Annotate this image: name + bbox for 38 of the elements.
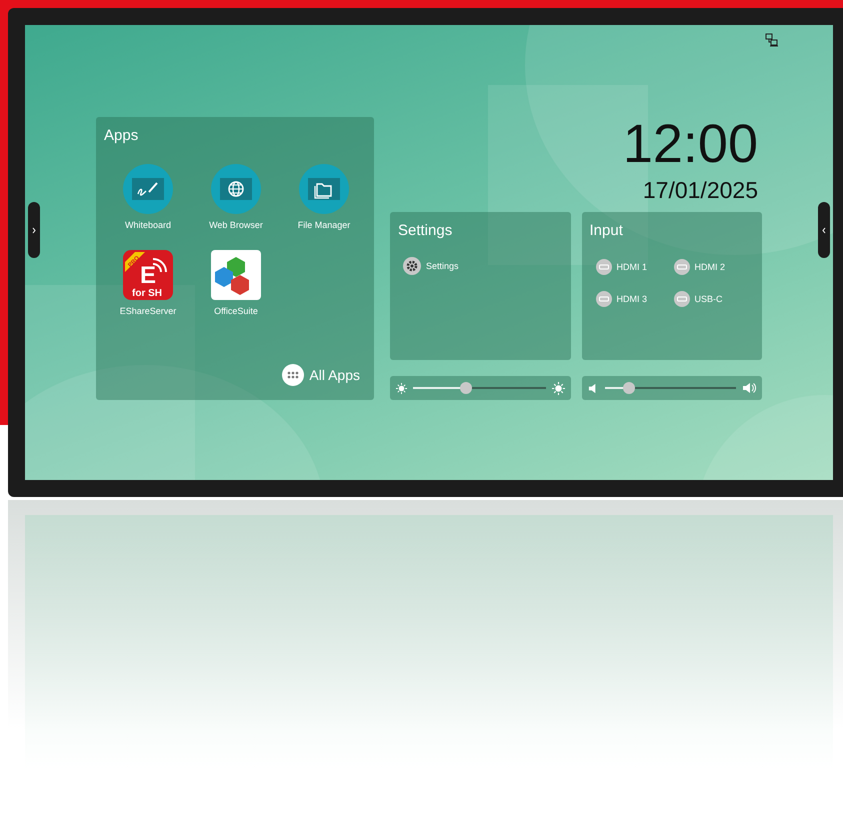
brightness-slider[interactable] xyxy=(390,376,570,400)
grid-dots-icon xyxy=(282,364,304,386)
all-apps-button[interactable]: All Apps xyxy=(282,364,360,386)
port-icon xyxy=(674,291,690,307)
app-tile[interactable]: Web Browser xyxy=(192,164,280,230)
speaker-low-icon xyxy=(588,382,598,394)
folder-icon xyxy=(299,164,349,214)
port-icon xyxy=(674,259,690,275)
chevron-right-icon xyxy=(32,226,36,234)
app-tile[interactable]: Whiteboard xyxy=(104,164,192,230)
pen-board-icon xyxy=(123,164,173,214)
network-icon xyxy=(765,33,779,47)
port-icon xyxy=(596,291,612,307)
input-source[interactable]: HDMI 3 xyxy=(596,291,674,307)
port-icon xyxy=(596,259,612,275)
volume-slider[interactable] xyxy=(582,376,762,400)
side-handle[interactable] xyxy=(818,202,830,258)
speaker-high-icon xyxy=(742,382,756,394)
input-source[interactable]: HDMI 1 xyxy=(596,259,674,275)
side-handle[interactable] xyxy=(28,202,40,258)
app-tile[interactable]: OfficeSuite xyxy=(192,250,280,316)
panel-title: Input xyxy=(590,222,624,239)
slider-thumb[interactable] xyxy=(460,382,472,394)
settings-item[interactable]: Settings xyxy=(403,257,562,275)
app-tile[interactable]: File Manager xyxy=(280,164,368,230)
slider-thumb[interactable] xyxy=(623,382,636,394)
panel-title: Settings xyxy=(398,222,454,239)
globe-icon xyxy=(211,164,261,214)
sun-large-icon xyxy=(552,382,564,394)
gear-icon xyxy=(403,257,421,275)
cubes-logo-icon xyxy=(211,250,261,300)
clock-date: 17/01/2025 xyxy=(642,177,758,204)
chevron-left-icon xyxy=(822,226,826,234)
sun-small-icon xyxy=(396,382,407,394)
clock-time: 12:00 xyxy=(622,117,758,171)
input-source[interactable]: HDMI 2 xyxy=(674,259,752,275)
panel-title: Apps xyxy=(104,127,140,144)
input-source[interactable]: USB-C xyxy=(674,291,752,307)
